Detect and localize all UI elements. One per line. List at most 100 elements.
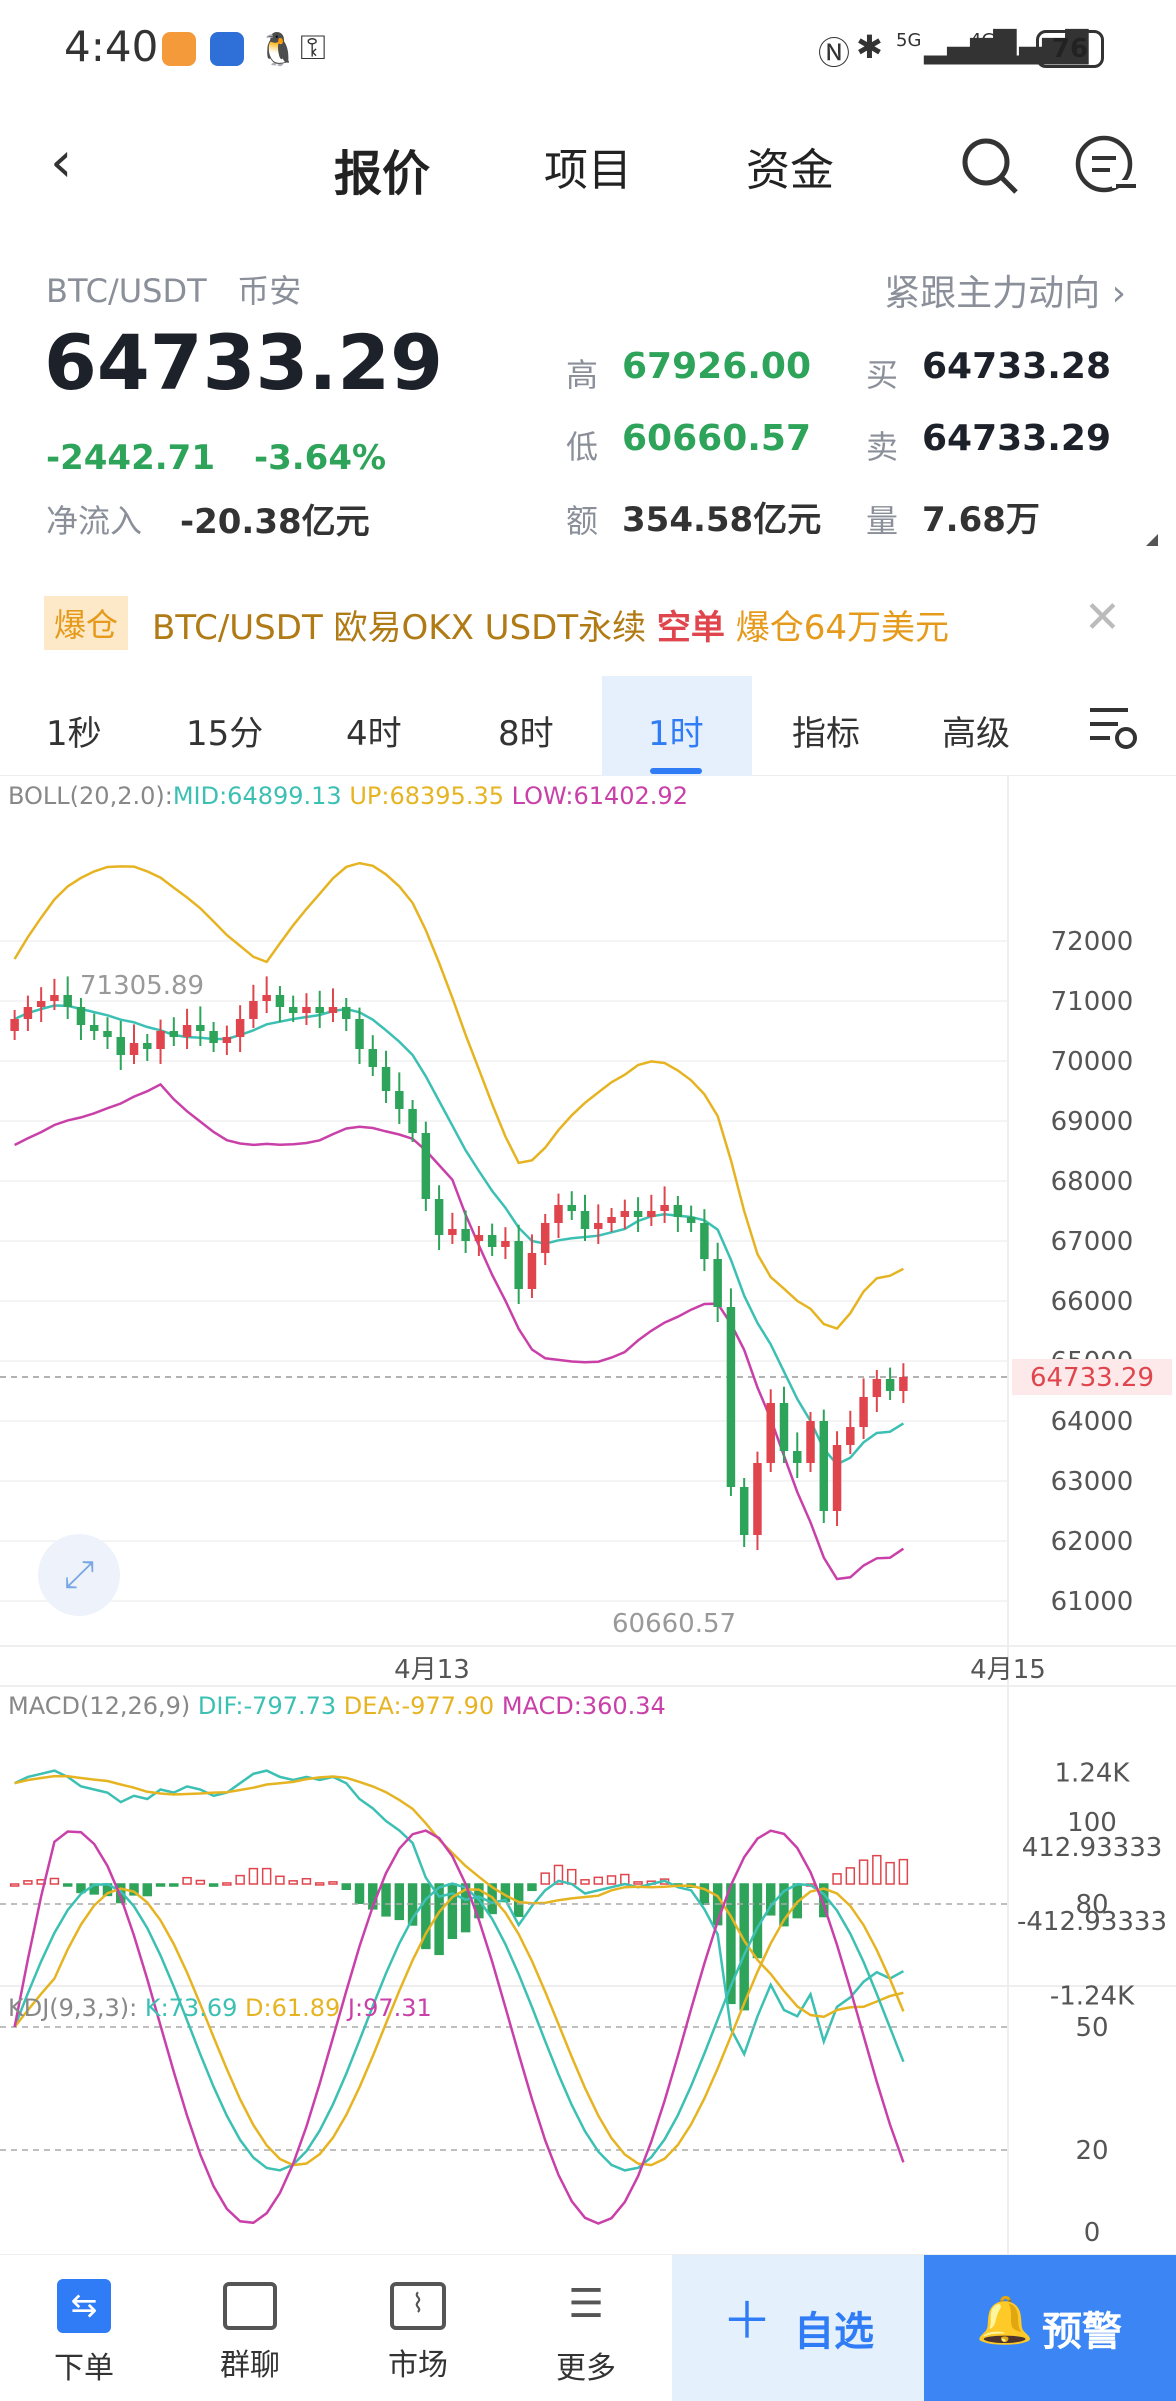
macd-bar — [314, 1882, 325, 1886]
price-tick: 63000 — [1051, 1467, 1134, 1497]
message-icon[interactable] — [1074, 134, 1138, 198]
kdj-d: D:61.89 — [245, 1994, 341, 2022]
macd-bar — [885, 1861, 895, 1885]
candle — [421, 1133, 431, 1199]
tab-quote[interactable]: 报价 — [334, 134, 430, 204]
boll-low: LOW:61402.92 — [511, 782, 688, 810]
kline-chart[interactable]: 7200071000700006900068000670006600065000… — [0, 776, 1176, 2254]
candles — [10, 976, 908, 1550]
candle — [819, 1421, 829, 1511]
tab-project[interactable]: 项目 — [544, 134, 632, 198]
chart-settings-icon[interactable] — [1088, 704, 1142, 752]
macd-bar — [898, 1858, 909, 1885]
candle — [448, 1229, 457, 1235]
candle — [832, 1445, 842, 1511]
nav-chat[interactable]: 群聊 — [190, 2279, 310, 2384]
candle — [36, 1001, 46, 1007]
current-price-tag: 64733.29 — [1030, 1363, 1154, 1393]
kdj-label: KDJ(9,3,3): — [8, 1994, 138, 2022]
macd-tick: 1.24K — [1055, 1758, 1131, 1788]
macd-legend: MACD(12,26,9) DIF:-797.73 DEA:-977.90 MA… — [8, 1692, 666, 1720]
macd-bar — [275, 1875, 285, 1885]
liquidation-banner[interactable]: 爆仓 BTC/USDT 欧易OKX USDT永续 空单 爆仓64万美元 ✕ — [0, 578, 1176, 666]
candle — [209, 1031, 218, 1043]
candle — [487, 1235, 497, 1247]
nav-more-label: 更多 — [556, 2351, 616, 2386]
pair-name: BTC/USDT 币安 — [46, 266, 301, 312]
price-change-pct: -3.64% — [254, 438, 387, 478]
macd-bar — [235, 1874, 245, 1885]
top-nav: ‹ 报价 项目 资金 — [0, 110, 1176, 220]
expand-corner-icon[interactable] — [1146, 534, 1158, 546]
status-bar: 4:40 🐧 ⚿ Ⓝ ✱ 5G ▂▄▆█ 4G ▂▄▆█ 76 — [0, 0, 1176, 100]
market-icon: ⌇ — [390, 2282, 446, 2330]
timeframe-bar: 1秒 15分 4时 8时 1时 指标 高级 — [0, 676, 1176, 776]
tf-15m[interactable]: 15分 — [186, 706, 263, 755]
candle — [143, 1043, 152, 1049]
candle — [673, 1205, 683, 1217]
stat-value-ask: 64733.29 — [922, 418, 1112, 459]
close-icon[interactable]: ✕ — [1084, 592, 1121, 643]
follow-link[interactable]: 紧跟主力动向 › — [884, 264, 1126, 316]
candle — [76, 1007, 86, 1025]
plus-icon: ＋ — [722, 2292, 772, 2350]
candle — [554, 1205, 563, 1223]
kdj-k: K:73.69 — [144, 1994, 238, 2022]
candle — [779, 1403, 789, 1451]
nav-more[interactable]: ☰ 更多 — [526, 2279, 646, 2387]
back-icon[interactable]: ‹ — [50, 130, 72, 195]
macd-bar — [580, 1879, 590, 1885]
macd-bar — [261, 1867, 272, 1885]
search-icon[interactable] — [960, 136, 1020, 196]
nav-order[interactable]: ⇆ 下单 — [24, 2279, 144, 2387]
stat-label-bid: 买 — [866, 356, 899, 394]
stat-label-amount: 额 — [566, 502, 599, 540]
tf-1s[interactable]: 1秒 — [46, 706, 102, 755]
candle — [182, 1025, 192, 1037]
stat-value-high: 67926.00 — [622, 346, 812, 387]
tf-advanced[interactable]: 高级 — [942, 706, 1010, 755]
price-tick: 71000 — [1051, 987, 1134, 1017]
traffic-app-icon — [210, 32, 244, 66]
tf-4h[interactable]: 4时 — [346, 706, 402, 755]
macd-bar — [354, 1883, 365, 1904]
price-tick: 67000 — [1051, 1227, 1134, 1257]
macd-bar — [328, 1881, 338, 1885]
price-tick: 68000 — [1051, 1167, 1134, 1197]
watchlist-label: 自选 — [794, 2309, 874, 2355]
fullscreen-icon[interactable]: ⤢ — [38, 1534, 120, 1616]
watchlist-button[interactable]: ＋ 自选 — [672, 2255, 924, 2401]
candle — [806, 1421, 815, 1463]
kdj-tick: 80 — [1075, 1890, 1108, 1920]
liquidation-text: BTC/USDT 欧易OKX USDT永续 空单 爆仓64万美元 — [152, 600, 949, 649]
tf-1h[interactable]: 1时 — [648, 706, 704, 755]
stat-value-bid: 64733.28 — [922, 346, 1112, 387]
macd-bar — [155, 1883, 166, 1887]
macd-bar — [9, 1883, 20, 1887]
tf-indicator[interactable]: 指标 — [792, 706, 860, 755]
kdj-tick: 50 — [1075, 2013, 1108, 2043]
stat-value-amount: 354.58亿元 — [622, 500, 822, 540]
stat-value-low: 60660.57 — [622, 418, 812, 459]
candle — [739, 1487, 749, 1535]
boll-upper-line — [13, 861, 904, 1331]
nav-chat-label: 群聊 — [220, 2348, 280, 2383]
stat-label-ask: 卖 — [866, 428, 899, 466]
candle — [288, 1007, 298, 1013]
bluetooth-icon: ✱ — [856, 28, 883, 66]
macd-bar — [208, 1883, 219, 1887]
candle — [434, 1199, 444, 1235]
tf-8h[interactable]: 8时 — [498, 706, 554, 755]
macd-label: MACD(12,26,9) — [8, 1692, 191, 1720]
nav-market[interactable]: ⌇ 市场 — [358, 2279, 478, 2384]
macd-bar — [301, 1878, 312, 1885]
stat-value-volume: 7.68万 — [922, 500, 1040, 540]
macd-bar — [858, 1859, 869, 1885]
candle — [885, 1379, 895, 1391]
boll-legend: BOLL(20,2.0):MID:64899.13 UP:68395.35 LO… — [8, 782, 688, 810]
macd-bar — [288, 1880, 298, 1885]
alert-button[interactable]: 🔔 预警 — [924, 2255, 1176, 2401]
pair-symbol: BTC/USDT — [46, 272, 207, 310]
tab-funds[interactable]: 资金 — [746, 134, 834, 198]
macd-bar — [620, 1873, 630, 1885]
